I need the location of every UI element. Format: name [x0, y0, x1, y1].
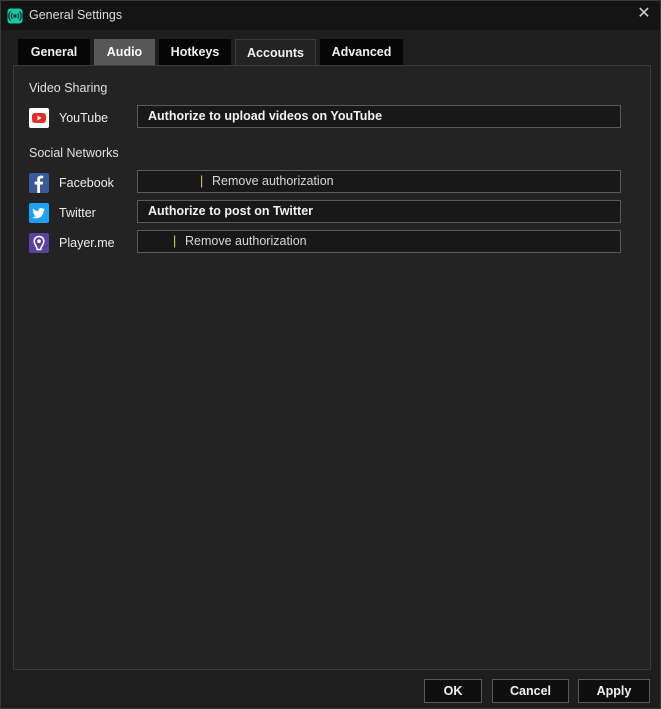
close-icon[interactable]: ✕	[636, 5, 652, 23]
youtube-label: YouTube	[59, 111, 109, 125]
window-title: General Settings	[29, 8, 123, 22]
playerme-separator: |	[173, 234, 177, 248]
apply-button[interactable]: Apply	[578, 679, 650, 703]
title-bar[interactable]: General Settings ✕	[1, 1, 660, 30]
social-networks-heading: Social Networks	[29, 146, 119, 160]
twitter-authorize-button[interactable]: Authorize to post on Twitter	[137, 200, 621, 223]
twitter-authorize-text: Authorize to post on Twitter	[148, 204, 314, 218]
tab-audio[interactable]: Audio	[94, 39, 155, 65]
youtube-authorize-text: Authorize to upload videos on YouTube	[148, 109, 383, 123]
broadcast-app-icon	[7, 8, 23, 24]
facebook-separator: |	[200, 174, 204, 188]
tab-hotkeys[interactable]: Hotkeys	[159, 39, 231, 65]
facebook-icon	[29, 173, 49, 193]
twitter-icon	[29, 203, 49, 223]
ok-button[interactable]: OK	[424, 679, 482, 703]
playerme-account-field: | Remove authorization	[137, 230, 621, 253]
facebook-label: Facebook	[59, 176, 114, 190]
youtube-authorize-button[interactable]: Authorize to upload videos on YouTube	[137, 105, 621, 128]
facebook-account-field: | Remove authorization	[137, 170, 621, 193]
playerme-icon	[29, 233, 49, 253]
twitter-label: Twitter	[59, 206, 96, 220]
cancel-button[interactable]: Cancel	[492, 679, 569, 703]
video-sharing-heading: Video Sharing	[29, 81, 108, 95]
settings-window: General Settings ✕ General Audio Hotkeys…	[0, 0, 661, 709]
tab-advanced[interactable]: Advanced	[320, 39, 403, 65]
tab-general[interactable]: General	[18, 39, 90, 65]
playerme-remove-authorization-link[interactable]: Remove authorization	[185, 231, 307, 252]
accounts-panel: Video Sharing YouTube Authorize to uploa…	[13, 65, 651, 670]
tab-accounts[interactable]: Accounts	[235, 39, 316, 67]
youtube-icon	[29, 108, 49, 128]
playerme-label: Player.me	[59, 236, 115, 250]
facebook-remove-authorization-link[interactable]: Remove authorization	[212, 171, 334, 192]
